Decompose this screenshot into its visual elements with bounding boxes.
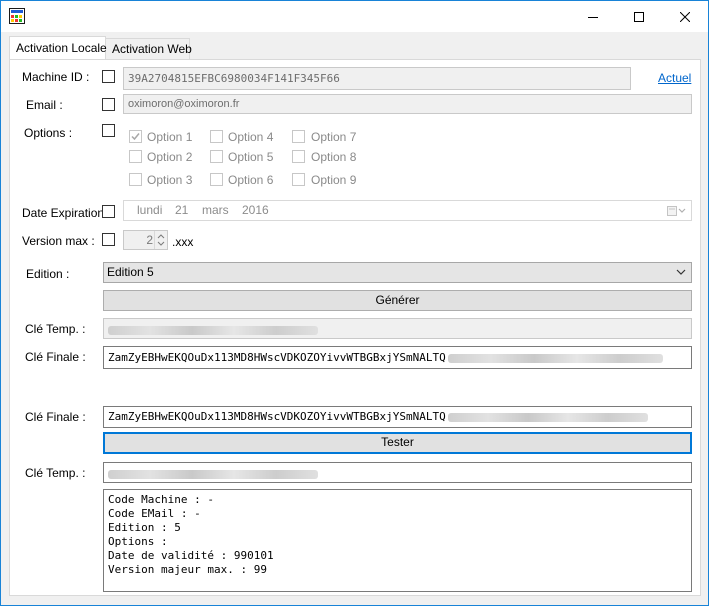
version-max-stepper[interactable]: 2 xyxy=(123,230,168,250)
redacted-value xyxy=(447,412,648,422)
test-cle-finale-value: ZamZyEBHwEKQOuDx113MD8HWscVDKOZOYivvWTBG… xyxy=(108,410,446,423)
version-max-suffix: .xxx xyxy=(172,235,194,249)
date-expiration-picker[interactable]: lundi 21 mars 2016 xyxy=(123,200,692,221)
test-cle-temp-label: Clé Temp. : xyxy=(25,466,86,480)
cle-temp-field[interactable] xyxy=(103,318,692,339)
date-day: 21 xyxy=(175,203,189,217)
options-label: Options : xyxy=(24,126,73,140)
edition-label: Edition : xyxy=(26,267,70,281)
check-icon xyxy=(131,133,140,141)
test-cle-temp-field[interactable] xyxy=(103,462,692,483)
result-line: Options : xyxy=(108,535,168,548)
cle-finale-label: Clé Finale : xyxy=(25,350,86,364)
option-3-checkbox[interactable] xyxy=(129,173,142,186)
option-7-checkbox[interactable] xyxy=(292,130,305,143)
close-button[interactable] xyxy=(662,1,708,32)
option-3-label: Option 3 xyxy=(147,173,193,187)
tab-page-activation-locale: Machine ID : 39A2704815EFBC6980034F141F3… xyxy=(9,59,701,596)
option-2-label: Option 2 xyxy=(147,150,193,164)
redacted-value xyxy=(447,353,663,363)
calendar-dropdown-icon[interactable] xyxy=(667,205,687,217)
edition-select[interactable]: Edition 5 xyxy=(103,262,692,283)
email-field[interactable]: oximoron@oximoron.fr xyxy=(123,94,692,114)
option-9-checkbox[interactable] xyxy=(292,173,305,186)
option-2-checkbox[interactable] xyxy=(129,150,142,163)
result-line: Edition : 5 xyxy=(108,521,181,534)
result-line: Code Machine : - xyxy=(108,493,214,506)
minimize-icon xyxy=(588,16,598,18)
title-bar xyxy=(1,1,708,32)
test-cle-finale-label: Clé Finale : xyxy=(25,410,86,424)
stepper-arrows[interactable] xyxy=(154,231,167,249)
redacted-value xyxy=(108,325,318,335)
app-icon xyxy=(9,8,25,24)
cle-finale-field[interactable]: ZamZyEBHwEKQOuDx113MD8HWscVDKOZOYivvWTBG… xyxy=(103,346,692,369)
date-expiration-label: Date Expiration : xyxy=(22,206,111,220)
option-5-checkbox[interactable] xyxy=(210,150,223,163)
chevron-down-icon xyxy=(676,269,686,275)
close-icon xyxy=(680,11,690,22)
version-max-checkbox[interactable] xyxy=(102,233,115,246)
email-label: Email : xyxy=(26,98,63,112)
main-window: Activation Locale Activation Web Machine… xyxy=(0,0,709,606)
result-line: Code EMail : - xyxy=(108,507,201,520)
date-weekday: lundi xyxy=(137,203,163,217)
version-max-label: Version max : xyxy=(22,234,95,248)
option-7-label: Option 7 xyxy=(311,130,357,144)
cle-temp-label: Clé Temp. : xyxy=(25,322,86,336)
stepper-up-down-icon xyxy=(157,234,165,246)
date-expiration-checkbox[interactable] xyxy=(102,205,115,218)
edition-selected-value: Edition 5 xyxy=(107,265,154,279)
test-cle-finale-field[interactable]: ZamZyEBHwEKQOuDx113MD8HWscVDKOZOYivvWTBG… xyxy=(103,406,692,428)
option-8-label: Option 8 xyxy=(311,150,357,164)
result-line: Date de validité : 990101 xyxy=(108,549,274,562)
machine-id-label: Machine ID : xyxy=(22,70,90,84)
maximize-icon xyxy=(634,11,644,22)
result-line: Version majeur max. : 99 xyxy=(108,563,267,576)
date-month: mars xyxy=(202,203,229,217)
date-year: 2016 xyxy=(242,203,269,217)
tab-activation-locale[interactable]: Activation Locale xyxy=(9,36,107,59)
option-6-checkbox[interactable] xyxy=(210,173,223,186)
options-checkbox[interactable] xyxy=(102,124,115,137)
machine-id-field[interactable]: 39A2704815EFBC6980034F141F345F66 xyxy=(123,67,631,90)
version-max-value: 2 xyxy=(146,233,153,247)
option-9-label: Option 9 xyxy=(311,173,357,187)
option-4-label: Option 4 xyxy=(228,130,274,144)
option-6-label: Option 6 xyxy=(228,173,274,187)
generer-button[interactable]: Générer xyxy=(103,290,692,311)
machine-id-checkbox[interactable] xyxy=(102,70,115,83)
option-4-checkbox[interactable] xyxy=(210,130,223,143)
option-1-label: Option 1 xyxy=(147,130,193,144)
minimize-button[interactable] xyxy=(570,1,616,32)
tab-strip: Activation Locale Activation Web xyxy=(9,36,701,60)
redacted-value xyxy=(108,469,318,479)
email-checkbox[interactable] xyxy=(102,98,115,111)
option-1-checkbox[interactable] xyxy=(129,130,142,143)
option-5-label: Option 5 xyxy=(228,150,274,164)
actuel-link[interactable]: Actuel xyxy=(658,71,691,85)
cle-finale-value: ZamZyEBHwEKQOuDx113MD8HWscVDKOZOYivvWTBG… xyxy=(108,351,446,364)
tab-activation-web[interactable]: Activation Web xyxy=(105,38,192,60)
option-8-checkbox[interactable] xyxy=(292,150,305,163)
result-textarea[interactable]: Code Machine : - Code EMail : - Edition : … xyxy=(103,489,692,592)
maximize-button[interactable] xyxy=(616,1,662,32)
tester-button[interactable]: Tester xyxy=(103,432,692,454)
